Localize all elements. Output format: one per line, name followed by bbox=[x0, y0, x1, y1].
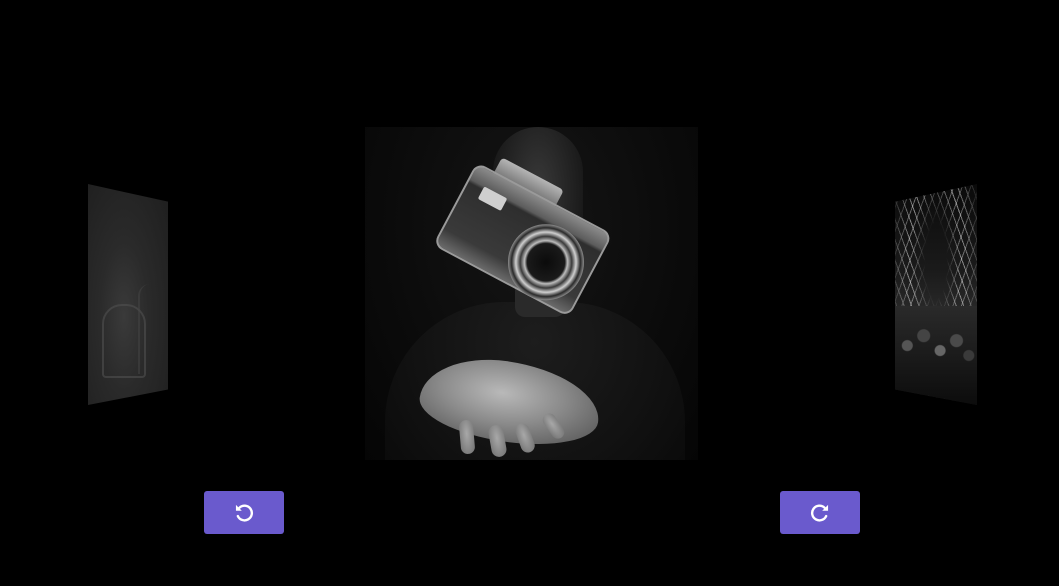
rotate-left-button[interactable] bbox=[204, 491, 284, 534]
carousel-panel-left[interactable] bbox=[88, 184, 168, 405]
carousel-panel-right[interactable] bbox=[895, 184, 977, 405]
panel-right-crowd bbox=[895, 305, 977, 405]
photo-subject-finger bbox=[458, 419, 476, 455]
photo-camera bbox=[425, 144, 618, 329]
rotate-left-icon bbox=[235, 504, 254, 522]
panel-left-image-detail bbox=[138, 284, 164, 374]
carousel-stage bbox=[0, 0, 1059, 586]
rotate-right-button[interactable] bbox=[780, 491, 860, 534]
carousel-panel-center[interactable] bbox=[365, 127, 698, 460]
rotate-right-icon bbox=[810, 504, 829, 522]
